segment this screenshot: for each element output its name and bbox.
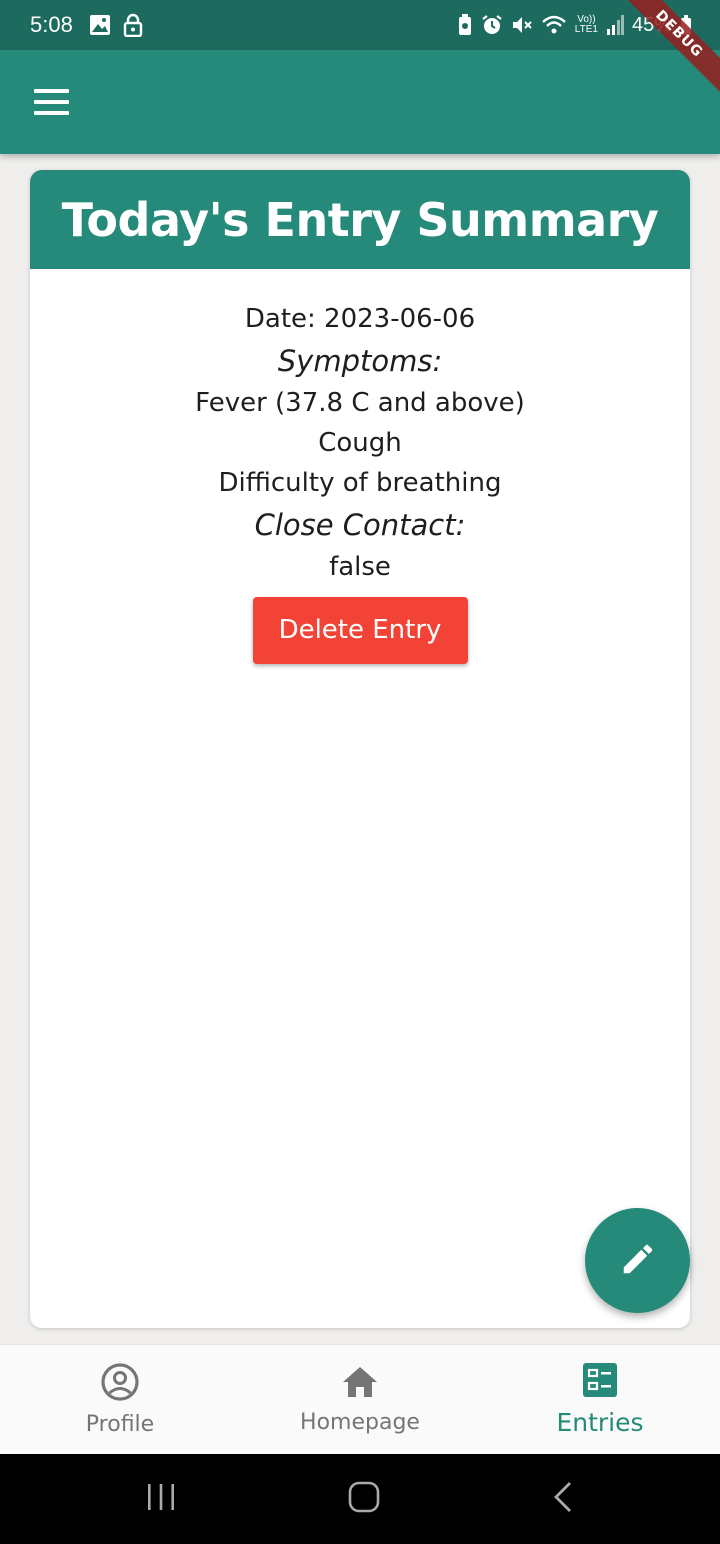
bottom-navigation: Profile Homepage Entries xyxy=(0,1344,720,1454)
delete-entry-button[interactable]: Delete Entry xyxy=(252,597,468,664)
symptom-item: Fever (37.8 C and above) xyxy=(195,388,525,418)
nav-label-profile: Profile xyxy=(85,1412,155,1437)
signal-icon xyxy=(606,15,624,35)
entry-summary-card: Today's Entry Summary Date: 2023-06-06 S… xyxy=(30,170,690,1328)
nav-label-homepage: Homepage xyxy=(300,1410,420,1435)
nav-item-profile[interactable]: Profile xyxy=(0,1345,240,1454)
card-title: Today's Entry Summary xyxy=(61,192,659,247)
edit-icon xyxy=(619,1240,657,1282)
status-bar: 5:08 Vo)) LTE1 45% xyxy=(0,0,720,50)
battery-saver-icon xyxy=(457,14,473,36)
alarm-icon xyxy=(481,14,503,36)
wifi-icon xyxy=(541,14,567,36)
recent-apps-icon[interactable] xyxy=(144,1482,178,1516)
status-time: 5:08 xyxy=(30,12,73,37)
card-body: Date: 2023-06-06 Symptoms: Fever (37.8 C… xyxy=(30,269,690,664)
account-circle-icon xyxy=(100,1362,140,1408)
home-icon xyxy=(340,1364,380,1406)
system-navigation-bar xyxy=(0,1454,720,1544)
home-nav-icon[interactable] xyxy=(347,1480,381,1518)
lock-icon xyxy=(123,13,143,37)
nav-label-entries: Entries xyxy=(556,1408,644,1437)
nav-item-homepage[interactable]: Homepage xyxy=(240,1345,480,1454)
card-header: Today's Entry Summary xyxy=(30,170,690,269)
mute-icon xyxy=(511,14,533,36)
image-icon xyxy=(89,14,111,36)
entries-icon xyxy=(582,1362,618,1404)
entry-date: Date: 2023-06-06 xyxy=(244,304,476,334)
close-contact-value: false xyxy=(329,552,391,582)
edit-entry-fab[interactable] xyxy=(585,1208,690,1313)
lte-indicator: Vo)) LTE1 xyxy=(574,14,598,35)
symptoms-label: Symptoms: xyxy=(277,344,443,378)
close-contact-label: Close Contact: xyxy=(254,508,466,542)
back-icon[interactable] xyxy=(550,1480,576,1518)
nav-item-entries[interactable]: Entries xyxy=(480,1345,720,1454)
symptom-item: Difficulty of breathing xyxy=(218,468,502,498)
symptom-item: Cough xyxy=(318,428,402,458)
app-bar xyxy=(0,50,720,154)
menu-icon[interactable] xyxy=(28,82,76,122)
